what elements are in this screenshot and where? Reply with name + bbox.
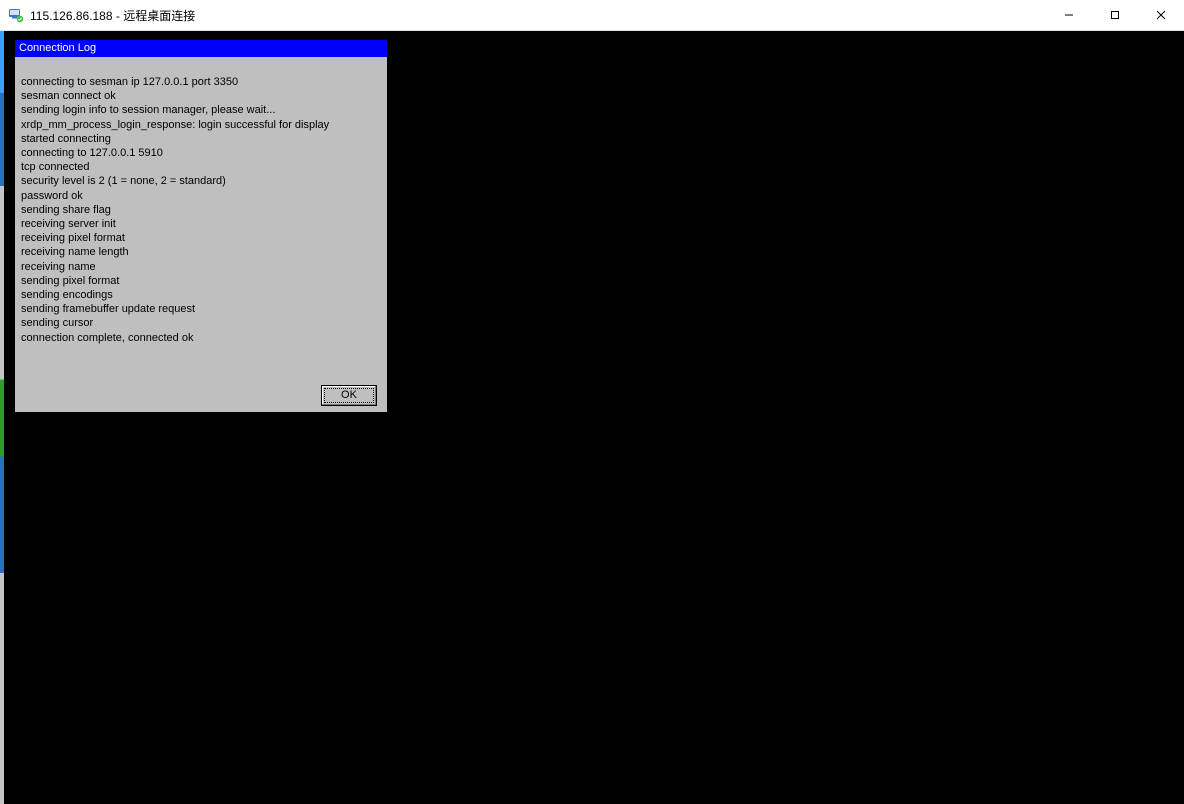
log-line: sending cursor: [21, 316, 381, 330]
log-line: started connecting: [21, 132, 381, 146]
window-title: 115.126.86.188 - 远程桌面连接: [30, 7, 195, 24]
dialog-footer: OK: [15, 378, 387, 412]
minimize-button[interactable]: [1046, 0, 1092, 30]
log-line: security level is 2 (1 = none, 2 = stand…: [21, 174, 381, 188]
session-left-edge-strip: [0, 31, 4, 804]
log-line: sending pixel format: [21, 274, 381, 288]
log-line: sending share flag: [21, 203, 381, 217]
log-line: tcp connected: [21, 160, 381, 174]
log-line: xrdp_mm_process_login_response: login su…: [21, 118, 381, 132]
remote-session-area[interactable]: Connection Log connecting to sesman ip 1…: [0, 31, 1184, 804]
connection-log-dialog: Connection Log connecting to sesman ip 1…: [14, 39, 388, 413]
log-lines: connecting to sesman ip 127.0.0.1 port 3…: [21, 75, 381, 345]
dialog-title: Connection Log: [15, 40, 387, 57]
log-line: sending login info to session manager, p…: [21, 103, 381, 117]
log-line: sending framebuffer update request: [21, 302, 381, 316]
log-line: connecting to 127.0.0.1 5910: [21, 146, 381, 160]
log-line: receiving pixel format: [21, 231, 381, 245]
log-line: sending encodings: [21, 288, 381, 302]
log-line: receiving name: [21, 260, 381, 274]
log-line: connection complete, connected ok: [21, 331, 381, 345]
maximize-button[interactable]: [1092, 0, 1138, 30]
ok-button[interactable]: OK: [321, 385, 377, 406]
log-line: connecting to sesman ip 127.0.0.1 port 3…: [21, 75, 381, 89]
dialog-body: connecting to sesman ip 127.0.0.1 port 3…: [15, 57, 387, 378]
log-line: receiving server init: [21, 217, 381, 231]
log-line: password ok: [21, 189, 381, 203]
log-line: sesman connect ok: [21, 89, 381, 103]
window-titlebar: 115.126.86.188 - 远程桌面连接: [0, 0, 1184, 31]
log-line: receiving name length: [21, 245, 381, 259]
close-button[interactable]: [1138, 0, 1184, 30]
rdp-app-icon: [8, 7, 24, 23]
